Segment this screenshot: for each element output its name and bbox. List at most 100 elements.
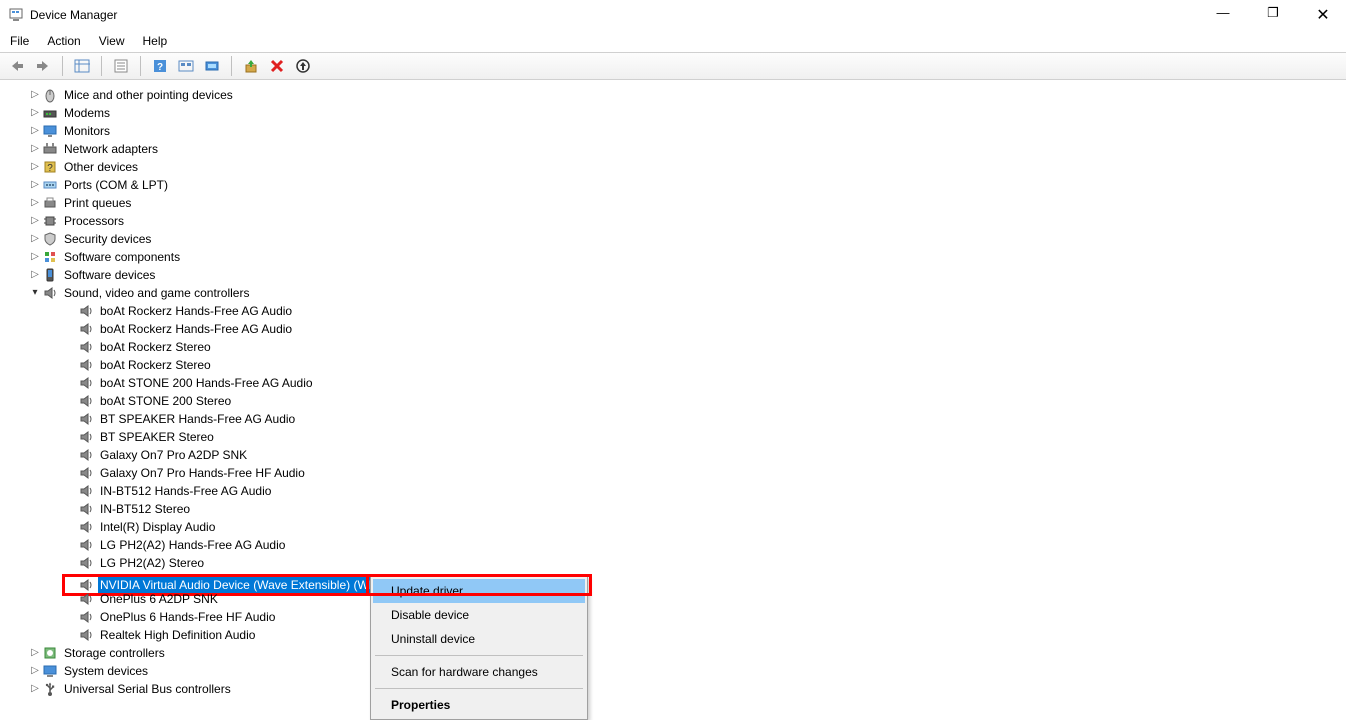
category-security[interactable]: ▷Security devices bbox=[10, 230, 1346, 248]
category-sw[interactable]: ▷Software components bbox=[10, 248, 1346, 266]
menu-action[interactable]: Action bbox=[47, 34, 80, 48]
expand-arrow-icon[interactable]: ▷ bbox=[28, 176, 42, 194]
sound-device[interactable]: boAt Rockerz Hands-Free AG Audio bbox=[10, 320, 1346, 338]
speaker-icon bbox=[78, 465, 94, 481]
sound-device[interactable]: boAt Rockerz Stereo bbox=[10, 356, 1346, 374]
sound-device[interactable]: boAt STONE 200 Hands-Free AG Audio bbox=[10, 374, 1346, 392]
sound-device[interactable]: BT SPEAKER Hands-Free AG Audio bbox=[10, 410, 1346, 428]
swdev-icon bbox=[42, 267, 58, 283]
tree-label: Mice and other pointing devices bbox=[62, 86, 235, 104]
tree-label: Network adapters bbox=[62, 140, 160, 158]
sound-device[interactable]: Intel(R) Display Audio bbox=[10, 518, 1346, 536]
expand-arrow-icon[interactable]: ▷ bbox=[28, 248, 42, 266]
title-bar: Device Manager — ❐ ✕ bbox=[0, 0, 1346, 30]
category-mouse[interactable]: ▷ Mice and other pointing devices bbox=[10, 86, 1346, 104]
sound-device[interactable]: Galaxy On7 Pro Hands-Free HF Audio bbox=[10, 464, 1346, 482]
ctx-separator bbox=[375, 655, 583, 656]
expand-arrow-icon[interactable]: ▷ bbox=[28, 644, 42, 662]
port-icon bbox=[42, 177, 58, 193]
speaker-icon bbox=[78, 501, 94, 517]
expand-arrow-icon[interactable]: ▷ bbox=[28, 230, 42, 248]
sound-device[interactable]: boAt Rockerz Hands-Free AG Audio bbox=[10, 302, 1346, 320]
collapse-arrow-icon[interactable]: ▾ bbox=[28, 284, 42, 302]
menu-file[interactable]: File bbox=[10, 34, 29, 48]
expand-arrow-icon[interactable]: ▷ bbox=[28, 212, 42, 230]
ctx-properties[interactable]: Properties bbox=[373, 693, 585, 717]
expand-arrow-icon[interactable]: ▷ bbox=[28, 266, 42, 284]
help-button[interactable]: ? bbox=[149, 55, 171, 77]
sound-device[interactable]: LG PH2(A2) Stereo bbox=[10, 554, 1346, 572]
ctx-uninstall-device[interactable]: Uninstall device bbox=[373, 627, 585, 651]
system-icon bbox=[42, 663, 58, 679]
update-driver-button[interactable] bbox=[240, 55, 262, 77]
category-net[interactable]: ▷ Network adapters bbox=[10, 140, 1346, 158]
category-usb[interactable]: ▷Universal Serial Bus controllers bbox=[10, 680, 1346, 698]
tree-label: Storage controllers bbox=[62, 644, 167, 662]
sound-device[interactable]: Realtek High Definition Audio bbox=[10, 626, 1346, 644]
expand-arrow-icon[interactable]: ▷ bbox=[28, 122, 42, 140]
sound-device[interactable]: boAt Rockerz Stereo bbox=[10, 338, 1346, 356]
speaker-icon bbox=[78, 555, 94, 571]
sound-device[interactable]: Galaxy On7 Pro A2DP SNK bbox=[10, 446, 1346, 464]
scan-hardware-button[interactable] bbox=[201, 55, 223, 77]
sound-device[interactable]: BT SPEAKER Stereo bbox=[10, 428, 1346, 446]
ctx-scan-hardware[interactable]: Scan for hardware changes bbox=[373, 660, 585, 684]
expand-arrow-icon[interactable]: ▷ bbox=[28, 104, 42, 122]
speaker-icon bbox=[78, 537, 94, 553]
show-hide-tree-button[interactable] bbox=[71, 55, 93, 77]
disable-button[interactable] bbox=[292, 55, 314, 77]
expand-arrow-icon[interactable]: ▷ bbox=[28, 158, 42, 176]
sound-device[interactable]: IN-BT512 Hands-Free AG Audio bbox=[10, 482, 1346, 500]
device-tree[interactable]: ▷Mice and other pointing devices▷Modems▷… bbox=[0, 80, 1346, 702]
speaker-icon bbox=[42, 285, 58, 301]
minimize-button[interactable]: — bbox=[1208, 5, 1238, 25]
svg-text:?: ? bbox=[157, 62, 163, 73]
category-modem[interactable]: ▷Modems bbox=[10, 104, 1346, 122]
forward-button[interactable] bbox=[32, 55, 54, 77]
speaker-icon bbox=[78, 339, 94, 355]
category-storage[interactable]: ▷ Storage controllers bbox=[10, 644, 1346, 662]
speaker-icon bbox=[78, 393, 94, 409]
ctx-disable-device[interactable]: Disable device bbox=[373, 603, 585, 627]
maximize-button[interactable]: ❐ bbox=[1258, 5, 1288, 25]
category-port[interactable]: ▷Ports (COM & LPT) bbox=[10, 176, 1346, 194]
ctx-separator-2 bbox=[375, 688, 583, 689]
category-monitor[interactable]: ▷ Monitors bbox=[10, 122, 1346, 140]
expand-arrow-icon[interactable]: ▷ bbox=[28, 140, 42, 158]
category-system[interactable]: ▷System devices bbox=[10, 662, 1346, 680]
action-center-button[interactable] bbox=[175, 55, 197, 77]
category-other[interactable]: ▷?Other devices bbox=[10, 158, 1346, 176]
speaker-icon bbox=[78, 411, 94, 427]
close-button[interactable]: ✕ bbox=[1308, 5, 1338, 25]
menu-help[interactable]: Help bbox=[143, 34, 168, 48]
category-printer[interactable]: ▷Print queues bbox=[10, 194, 1346, 212]
expand-arrow-icon[interactable]: ▷ bbox=[28, 680, 42, 698]
usb-icon bbox=[42, 681, 58, 697]
menu-view[interactable]: View bbox=[99, 34, 125, 48]
tree-label: Monitors bbox=[62, 122, 112, 140]
speaker-icon bbox=[78, 627, 94, 643]
tree-label: Processors bbox=[62, 212, 126, 230]
uninstall-button[interactable] bbox=[266, 55, 288, 77]
expand-arrow-icon[interactable]: ▷ bbox=[28, 194, 42, 212]
sound-device[interactable]: OnePlus 6 Hands-Free HF Audio bbox=[10, 608, 1346, 626]
modem-icon bbox=[42, 105, 58, 121]
storage-icon bbox=[42, 645, 58, 661]
properties-button[interactable] bbox=[110, 55, 132, 77]
category-cpu[interactable]: ▷ Processors bbox=[10, 212, 1346, 230]
expand-arrow-icon[interactable]: ▷ bbox=[28, 662, 42, 680]
category-swdev[interactable]: ▷Software devices bbox=[10, 266, 1346, 284]
sound-device[interactable]: LG PH2(A2) Hands-Free AG Audio bbox=[10, 536, 1346, 554]
ctx-update-driver[interactable]: Update driver bbox=[373, 579, 585, 603]
category-sound[interactable]: ▾ Sound, video and game controllers bbox=[10, 284, 1346, 302]
tree-label: Sound, video and game controllers bbox=[62, 284, 251, 302]
app-icon bbox=[8, 7, 24, 23]
back-button[interactable] bbox=[6, 55, 28, 77]
sound-device[interactable]: IN-BT512 Stereo bbox=[10, 500, 1346, 518]
expand-arrow-icon[interactable]: ▷ bbox=[28, 86, 42, 104]
sound-device[interactable]: OnePlus 6 A2DP SNK bbox=[10, 590, 1346, 608]
sound-device[interactable]: boAt STONE 200 Stereo bbox=[10, 392, 1346, 410]
speaker-icon bbox=[78, 609, 94, 625]
tree-label: Intel(R) Display Audio bbox=[98, 518, 217, 536]
printer-icon bbox=[42, 195, 58, 211]
